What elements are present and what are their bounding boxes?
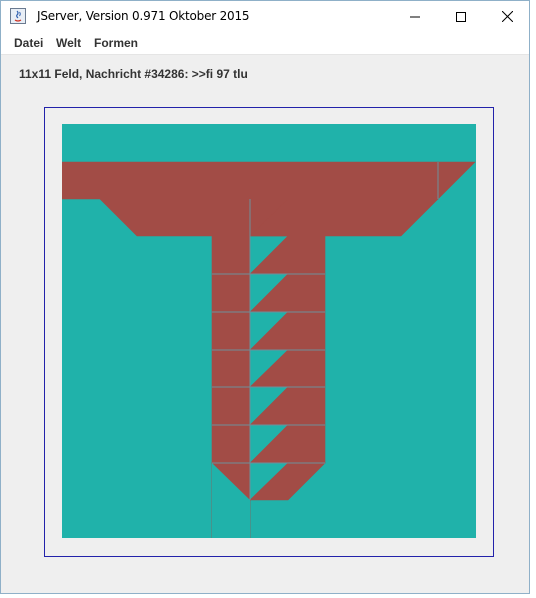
t-top-bar-left <box>62 161 439 200</box>
menu-bar: Datei Welt Formen <box>1 32 529 55</box>
window-title: JServer, Version 0.971 Oktober 2015 <box>37 9 250 23</box>
menu-datei[interactable]: Datei <box>14 36 43 50</box>
t-stem-right-col <box>287 198 326 464</box>
maximize-button[interactable] <box>438 1 484 32</box>
title-bar[interactable]: JServer, Version 0.971 Oktober 2015 <box>1 1 529 32</box>
maximize-icon <box>456 11 466 22</box>
game-board[interactable] <box>62 124 476 538</box>
minimize-icon <box>410 16 420 17</box>
java-app-icon <box>10 8 26 24</box>
menu-welt[interactable]: Welt <box>56 36 81 50</box>
close-button[interactable] <box>484 1 530 32</box>
minimize-button[interactable] <box>392 1 438 32</box>
status-message: 11x11 Feld, Nachricht #34286: >>fi 97 tl… <box>19 67 248 81</box>
close-icon <box>501 11 513 22</box>
app-window: JServer, Version 0.971 Oktober 2015 Date… <box>0 0 530 594</box>
menu-formen[interactable]: Formen <box>94 36 138 50</box>
